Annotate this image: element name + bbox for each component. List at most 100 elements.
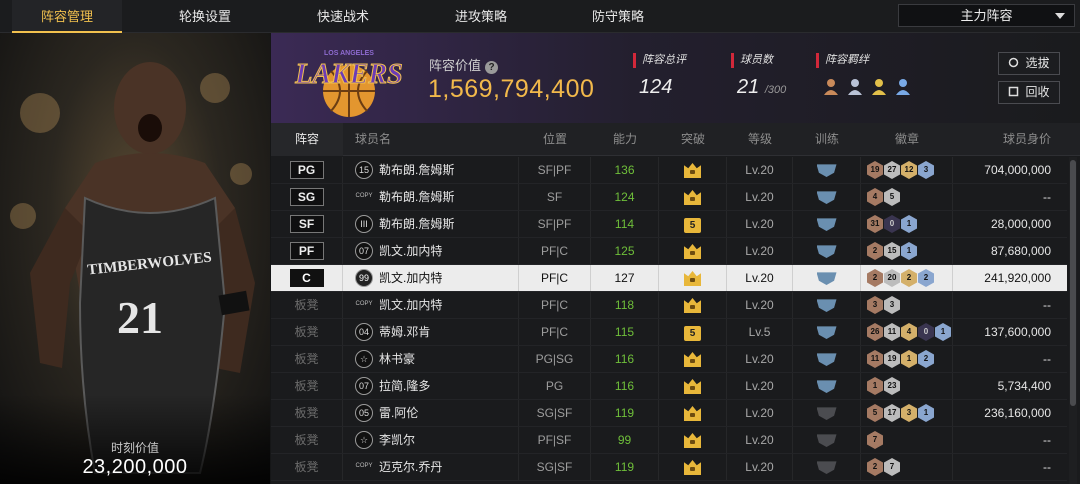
table-row[interactable]: PG 15 勒布朗.詹姆斯 SF|PF 136 Lv.20 19 27 12 3 704,000,0…: [271, 157, 1067, 184]
player-name-cell[interactable]: 99 凯文.加内特: [343, 265, 519, 291]
table-row[interactable]: 板凳 COPY 迈克尔.乔丹 SG|SF 119 Lv.20 2 7 --: [271, 454, 1067, 481]
badge-icon[interactable]: 0: [918, 323, 934, 341]
player-name-cell[interactable]: III 勒布朗.詹姆斯: [343, 211, 519, 237]
tab-quick-tactics[interactable]: 快速战术: [288, 0, 398, 33]
lineup-slot[interactable]: PF: [271, 238, 343, 264]
badge-icon[interactable]: 1: [901, 350, 917, 368]
select-button[interactable]: 选拔: [998, 52, 1060, 75]
lineup-slot[interactable]: 板凳: [271, 373, 343, 399]
training-cell[interactable]: [793, 265, 861, 291]
badges-cell[interactable]: 2 15 1: [861, 238, 953, 264]
badge-icon[interactable]: 4: [901, 323, 917, 341]
help-icon[interactable]: ?: [485, 61, 499, 74]
training-cell[interactable]: [793, 238, 861, 264]
badges-cell[interactable]: 45: [861, 184, 953, 210]
badges-cell[interactable]: 26 11 4 0 1: [861, 319, 953, 345]
badge-icon[interactable]: 11: [867, 350, 883, 368]
player-name-cell[interactable]: 04 蒂姆.邓肯: [343, 319, 519, 345]
badge-icon[interactable]: 2: [918, 350, 934, 368]
badge-icon[interactable]: 27: [884, 161, 900, 179]
lineup-slot[interactable]: 板凳: [271, 292, 343, 318]
table-row[interactable]: C 99 凯文.加内特 PF|C 127 Lv.20 2 20 2 2 241,920,000: [271, 265, 1067, 292]
table-row[interactable]: 板凳 ☆ 李凯尔 PF|SF 99 Lv.20 7 --: [271, 427, 1067, 454]
player-name-cell[interactable]: 07 凯文.加内特: [343, 238, 519, 264]
badge-icon[interactable]: 17: [884, 404, 900, 422]
breakthrough-cell[interactable]: [659, 400, 727, 426]
badges-cell[interactable]: 27: [861, 454, 953, 480]
table-row[interactable]: 板凳 COPY 凯文.加内特 PF|C 118 Lv.20 3 3 --: [271, 292, 1067, 319]
badge-icon[interactable]: 31: [867, 215, 883, 233]
col-training[interactable]: 训练: [793, 123, 861, 156]
lineup-slot[interactable]: SG: [271, 184, 343, 210]
badge-icon[interactable]: 3: [884, 296, 900, 314]
training-cell[interactable]: [793, 211, 861, 237]
col-player-name[interactable]: 球员名: [343, 123, 519, 156]
breakthrough-cell[interactable]: 5: [659, 319, 727, 345]
badge-icon[interactable]: 5: [884, 188, 900, 206]
badges-cell[interactable]: 1 23: [861, 373, 953, 399]
breakthrough-cell[interactable]: [659, 454, 727, 480]
badge-icon[interactable]: 2: [918, 269, 934, 287]
col-player-value[interactable]: 球员身价: [953, 123, 1067, 156]
col-ability[interactable]: 能力: [591, 123, 659, 156]
breakthrough-cell[interactable]: [659, 373, 727, 399]
training-cell[interactable]: [793, 319, 861, 345]
bond-icon[interactable]: [894, 77, 913, 96]
training-cell[interactable]: [793, 427, 861, 453]
player-name-cell[interactable]: 05 雷.阿伦: [343, 400, 519, 426]
col-breakthrough[interactable]: 突破: [659, 123, 727, 156]
training-cell[interactable]: [793, 400, 861, 426]
lineup-slot[interactable]: 板凳: [271, 346, 343, 372]
badges-cell[interactable]: 19 27 12 3: [861, 157, 953, 183]
badge-icon[interactable]: 3: [918, 161, 934, 179]
player-name-cell[interactable]: 15 勒布朗.詹姆斯: [343, 157, 519, 183]
badge-icon[interactable]: 1: [901, 242, 917, 260]
breakthrough-cell[interactable]: [659, 238, 727, 264]
badge-icon[interactable]: 19: [884, 350, 900, 368]
badge-icon[interactable]: 3: [901, 404, 917, 422]
badge-icon[interactable]: 1: [935, 323, 951, 341]
badge-icon[interactable]: 1: [867, 377, 883, 395]
badges-cell[interactable]: 31 0 1: [861, 211, 953, 237]
badge-icon[interactable]: 4: [867, 188, 883, 206]
bond-icon[interactable]: [822, 77, 841, 96]
tab-rotation-settings[interactable]: 轮换设置: [150, 0, 260, 33]
breakthrough-cell[interactable]: [659, 427, 727, 453]
player-name-cell[interactable]: COPY 凯文.加内特: [343, 292, 519, 318]
breakthrough-cell[interactable]: [659, 346, 727, 372]
scrollbar-thumb[interactable]: [1070, 160, 1076, 406]
player-name-cell[interactable]: ☆ 李凯尔: [343, 427, 519, 453]
breakthrough-cell[interactable]: [659, 265, 727, 291]
recycle-button[interactable]: 回收: [998, 81, 1060, 104]
training-cell[interactable]: [793, 373, 861, 399]
badges-cell[interactable]: 2 20 2 2: [861, 265, 953, 291]
col-badges[interactable]: 徽章: [861, 123, 953, 156]
badge-icon[interactable]: 7: [867, 431, 883, 449]
badge-icon[interactable]: 7: [884, 458, 900, 476]
lineup-slot[interactable]: PG: [271, 157, 343, 183]
badge-icon[interactable]: 15: [884, 242, 900, 260]
tab-offense-strategy[interactable]: 进攻策略: [426, 0, 536, 33]
tab-defense-strategy[interactable]: 防守策略: [563, 0, 673, 33]
lineup-slot[interactable]: 板凳: [271, 319, 343, 345]
lineup-slot[interactable]: 板凳: [271, 454, 343, 480]
badge-icon[interactable]: 5: [867, 404, 883, 422]
badge-icon[interactable]: 3: [867, 296, 883, 314]
tab-lineup-management[interactable]: 阵容管理: [12, 0, 122, 33]
table-row[interactable]: 板凳 04 蒂姆.邓肯 PF|C 115 5 Lv.5 26 11 4 0 1 137,600,000: [271, 319, 1067, 346]
badge-icon[interactable]: 1: [918, 404, 934, 422]
training-cell[interactable]: [793, 454, 861, 480]
badges-cell[interactable]: 33: [861, 292, 953, 318]
breakthrough-cell[interactable]: [659, 157, 727, 183]
bond-icon[interactable]: [870, 77, 889, 96]
table-row[interactable]: 板凳 07 拉简.隆多 PG 116 Lv.20 1 23 5,734,400: [271, 373, 1067, 400]
badge-icon[interactable]: 11: [884, 323, 900, 341]
training-cell[interactable]: [793, 292, 861, 318]
col-level[interactable]: 等级: [727, 123, 793, 156]
player-name-cell[interactable]: 07 拉简.隆多: [343, 373, 519, 399]
lineup-slot[interactable]: 板凳: [271, 427, 343, 453]
badge-icon[interactable]: 20: [884, 269, 900, 287]
training-cell[interactable]: [793, 346, 861, 372]
lineup-dropdown[interactable]: 主力阵容: [898, 4, 1075, 27]
breakthrough-cell[interactable]: 5: [659, 211, 727, 237]
